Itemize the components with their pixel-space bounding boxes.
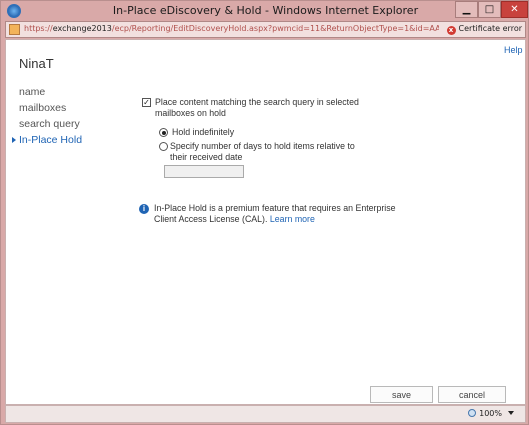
help-link[interactable]: Help bbox=[504, 45, 523, 55]
url-path: /ecp/Reporting/EditDiscoveryHold.aspx?pw… bbox=[111, 24, 439, 33]
maximize-icon: □ bbox=[484, 4, 495, 15]
maximize-button[interactable]: □ bbox=[478, 1, 501, 18]
certificate-error-label: Certificate error bbox=[458, 24, 522, 33]
hold-days-radio[interactable] bbox=[159, 142, 168, 151]
nav-item-name[interactable]: name bbox=[19, 86, 45, 98]
zoom-control[interactable]: 100% bbox=[468, 409, 514, 418]
title-bar[interactable]: In-Place eDiscovery & Hold - Windows Int… bbox=[1, 1, 529, 21]
address-bar[interactable]: https://exchange2013/ecp/Reporting/EditD… bbox=[5, 21, 526, 38]
status-bar: 100% bbox=[5, 405, 526, 423]
nav-item-search-query[interactable]: search query bbox=[19, 118, 80, 130]
certificate-error-indicator[interactable]: x Certificate error bbox=[446, 24, 522, 35]
hold-indefinitely-radio[interactable] bbox=[159, 128, 168, 137]
page-favicon-icon bbox=[9, 24, 20, 35]
info-icon: i bbox=[139, 204, 149, 214]
close-icon: ✕ bbox=[510, 4, 519, 15]
zoom-magnifier-icon bbox=[468, 409, 477, 417]
nav-item-in-place-hold[interactable]: In-Place Hold bbox=[12, 134, 83, 146]
cancel-button[interactable]: cancel bbox=[438, 386, 506, 403]
minimize-button[interactable]: ▁ bbox=[455, 1, 478, 18]
page-content: Help NinaT name mailboxes search query I… bbox=[5, 39, 526, 405]
nav-item-label: In-Place Hold bbox=[19, 134, 83, 146]
current-section-arrow-icon bbox=[12, 137, 16, 143]
window-title: In-Place eDiscovery & Hold - Windows Int… bbox=[112, 4, 419, 17]
nav-item-label: mailboxes bbox=[19, 102, 67, 114]
hold-days-input[interactable] bbox=[164, 165, 244, 178]
zoom-level: 100% bbox=[479, 409, 502, 418]
info-message: In-Place Hold is a premium feature that … bbox=[154, 203, 399, 225]
zoom-dropdown-arrow-icon bbox=[508, 411, 514, 415]
place-hold-checkbox[interactable]: ✓ bbox=[142, 98, 151, 107]
browser-window: In-Place eDiscovery & Hold - Windows Int… bbox=[0, 0, 529, 425]
nav-item-mailboxes[interactable]: mailboxes bbox=[19, 102, 66, 114]
url-scheme: https:// bbox=[24, 24, 53, 33]
certificate-error-icon: x bbox=[446, 26, 456, 35]
page-title: NinaT bbox=[19, 56, 54, 71]
minimize-icon: ▁ bbox=[462, 4, 471, 15]
close-button[interactable]: ✕ bbox=[501, 1, 528, 18]
url-host: exchange2013 bbox=[52, 24, 112, 33]
url-text[interactable]: https://exchange2013/ecp/Reporting/EditD… bbox=[24, 24, 439, 33]
hold-indefinitely-label: Hold indefinitely bbox=[172, 127, 235, 137]
learn-more-link[interactable]: Learn more bbox=[270, 214, 315, 224]
nav-item-label: search query bbox=[19, 118, 80, 130]
save-button[interactable]: save bbox=[370, 386, 433, 403]
place-hold-label: Place content matching the search query … bbox=[155, 97, 359, 118]
nav-item-label: name bbox=[19, 86, 46, 98]
hold-days-label: Specify number of days to hold items rel… bbox=[170, 141, 355, 162]
